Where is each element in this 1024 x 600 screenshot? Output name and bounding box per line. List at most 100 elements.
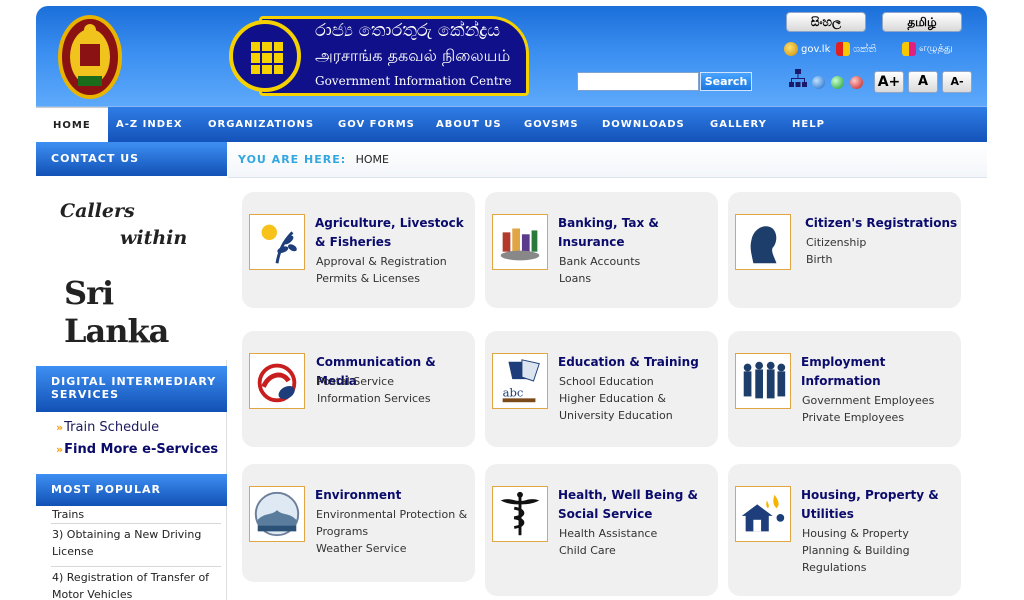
sidebar: CONTACT US Callers within Sri Lanka DIGI… (36, 142, 227, 600)
tamil-language-button[interactable]: தமிழ் (882, 12, 962, 32)
card-link[interactable]: Postal Service (317, 373, 472, 390)
education-icon[interactable]: abc (492, 353, 548, 409)
breadcrumb: YOU ARE HERE: HOME (228, 142, 987, 178)
card-link[interactable]: School Education (559, 373, 714, 390)
nav-home[interactable]: HOME (36, 107, 108, 143)
popular-item[interactable]: 3) Obtaining a New Driving License (51, 524, 221, 567)
logo-tamil-text: அரசாங்க தகவல் நிலையம் (315, 46, 511, 65)
card-link[interactable]: Loans (559, 270, 714, 287)
card-link[interactable]: Government Employees (802, 392, 957, 409)
green-theme-icon[interactable] (831, 76, 844, 89)
health-icon[interactable] (492, 486, 548, 542)
sinhala-keyboard-label: ශක්ති (853, 43, 877, 55)
font-increase-button[interactable]: A+ (874, 71, 904, 93)
card-link[interactable]: Information Services (317, 390, 472, 407)
card-link[interactable]: Weather Service (316, 540, 471, 557)
card-link[interactable]: Higher Education & University Education (559, 390, 714, 424)
agriculture-icon[interactable] (249, 214, 305, 270)
category-card-health: Health, Well Being & Social Service Heal… (485, 464, 718, 596)
logo-english-text: Government Information Centre (315, 74, 512, 88)
font-decrease-button[interactable]: A- (942, 71, 972, 93)
card-title[interactable]: Education & Training (558, 353, 713, 372)
category-card-citizen: Citizen's Registrations Citizenship Birt… (728, 192, 961, 308)
gic-logo[interactable]: රාජ්‍ය තොරතුරු කේන්ද්‍රය அரசாங்க தகவல் ந… (229, 16, 529, 96)
callers-line-2: within (120, 227, 188, 249)
nav-govsms[interactable]: GOVSMS (524, 107, 579, 143)
card-link[interactable]: Housing & Property (802, 525, 957, 542)
category-card-communication: Communication & Media Postal Service Inf… (242, 331, 475, 447)
contact-us-heading[interactable]: CONTACT US (36, 142, 227, 176)
red-theme-icon[interactable] (850, 76, 863, 89)
tamil-keyboard-icon (902, 42, 916, 56)
find-more-services-link[interactable]: »Find More e-Services (56, 442, 218, 457)
category-card-banking: Banking, Tax & Insurance Bank Accounts L… (485, 192, 718, 308)
gov-lk-icon (784, 42, 798, 56)
housing-icon[interactable] (735, 486, 791, 542)
search-input[interactable] (577, 72, 699, 91)
double-arrow-icon: » (56, 443, 64, 456)
blue-theme-icon[interactable] (812, 76, 825, 89)
nav-organizations[interactable]: ORGANIZATIONS (208, 107, 314, 143)
search-button[interactable]: Search (700, 72, 752, 91)
breadcrumb-current: HOME (355, 153, 389, 166)
gov-lk-link[interactable]: gov.lk (784, 40, 830, 58)
card-link[interactable]: Private Employees (802, 409, 957, 426)
find-more-services-label: Find More e-Services (64, 442, 219, 457)
callers-line-3: Sri Lanka (64, 274, 169, 350)
main-content: YOU ARE HERE: HOME Agriculture, Livestoc… (228, 142, 987, 600)
card-link[interactable]: Citizenship (806, 234, 961, 251)
citizen-icon[interactable] (735, 214, 791, 270)
font-normal-button[interactable]: A (908, 71, 938, 93)
card-link[interactable]: Environmental Protection & Programs (316, 506, 471, 540)
communication-icon[interactable] (249, 353, 305, 409)
train-schedule-link[interactable]: »Train Schedule (56, 420, 159, 435)
callers-line-1: Callers (60, 200, 135, 222)
card-link[interactable]: Approval & Registration (316, 253, 471, 270)
card-link[interactable]: Birth (806, 251, 961, 268)
logo-sinhala-text: රාජ්‍ය තොරතුරු කේන්ද්‍රය (315, 20, 501, 41)
svg-text:abc: abc (503, 385, 524, 399)
tamil-keyboard-label: எழுத்து (919, 43, 953, 54)
nav-help[interactable]: HELP (792, 107, 825, 143)
most-popular-heading: MOST POPULAR (36, 474, 227, 506)
category-card-education: abc Education & Training School Educatio… (485, 331, 718, 447)
digital-services-heading: DIGITAL INTERMEDIARY SERVICES (36, 366, 227, 412)
nav-gallery[interactable]: GALLERY (710, 107, 767, 143)
card-title[interactable]: Banking, Tax & Insurance (558, 214, 713, 252)
nav-downloads[interactable]: DOWNLOADS (602, 107, 685, 143)
card-link[interactable]: Permits & Licenses (316, 270, 471, 287)
card-title[interactable]: Health, Well Being & Social Service (558, 486, 713, 524)
sinhala-keyboard-link[interactable]: ශක්ති (836, 40, 876, 58)
card-link[interactable]: Bank Accounts (559, 253, 714, 270)
card-link[interactable]: Health Assistance (559, 525, 714, 542)
gov-lk-label: gov.lk (801, 43, 831, 55)
card-title[interactable]: Agriculture, Livestock & Fisheries (315, 214, 470, 252)
category-card-housing: Housing, Property & Utilities Housing & … (728, 464, 961, 596)
card-link[interactable]: Planning & Building Regulations (802, 542, 957, 576)
category-card-environment: Environment Environmental Protection & P… (242, 464, 475, 582)
sinhala-keyboard-icon (836, 42, 850, 56)
card-title[interactable]: Employment Information (801, 353, 956, 391)
popular-item[interactable]: 4) Registration of Transfer of Motor Veh… (51, 567, 221, 600)
sitemap-icon[interactable] (788, 68, 808, 90)
train-schedule-label: Train Schedule (64, 420, 160, 435)
site-header: රාජ්‍ය තොරතුරු කේන්ද්‍රය அரசாங்க தகவல் ந… (36, 6, 987, 106)
card-title[interactable]: Environment (315, 486, 470, 505)
popular-item[interactable]: Trains (51, 504, 221, 524)
sinhala-language-button[interactable]: සිංහල (786, 12, 866, 32)
nav-a-z-index[interactable]: A-Z INDEX (116, 107, 183, 143)
card-title[interactable]: Housing, Property & Utilities (801, 486, 956, 524)
card-title[interactable]: Citizen's Registrations (805, 214, 960, 233)
category-card-agriculture: Agriculture, Livestock & Fisheries Appro… (242, 192, 475, 308)
nav-about-us[interactable]: ABOUT US (436, 107, 502, 143)
employment-icon[interactable] (735, 353, 791, 409)
environment-icon[interactable] (249, 486, 305, 542)
main-nav: HOME A-Z INDEX ORGANIZATIONS GOV FORMS A… (36, 106, 987, 143)
popular-list: Trains 3) Obtaining a New Driving Licens… (51, 506, 221, 600)
nav-gov-forms[interactable]: GOV FORMS (338, 107, 415, 143)
banking-icon[interactable] (492, 214, 548, 270)
callers-banner[interactable]: Callers within Sri Lanka (36, 176, 227, 360)
tamil-keyboard-link[interactable]: எழுத்து (902, 40, 953, 58)
card-link[interactable]: Child Care (559, 542, 714, 559)
emblem-icon[interactable] (58, 14, 122, 100)
